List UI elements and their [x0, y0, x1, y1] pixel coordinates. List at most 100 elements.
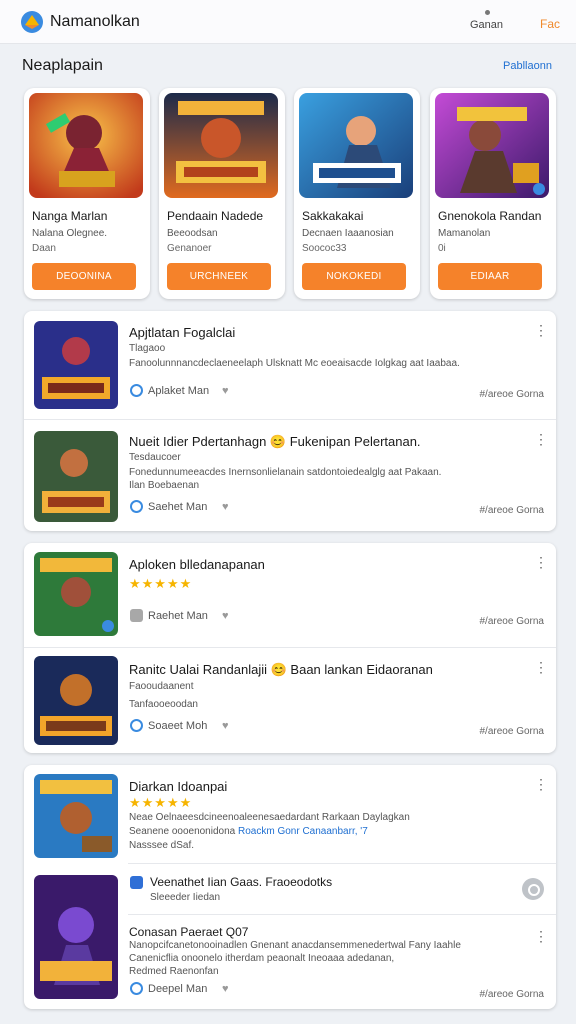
card-subtitle: Mamanolan — [438, 228, 491, 239]
app-category: Tesdaucoer — [129, 452, 181, 463]
card-action-button[interactable]: NOKOKEDI — [302, 263, 406, 290]
list-item[interactable]: Nueit Idier Pdertanhagn 😊 Fukenipan Pele… — [24, 420, 556, 531]
more-options-icon[interactable]: ⋮ — [534, 777, 548, 791]
game-art-icon — [34, 552, 118, 636]
card-action-button[interactable]: URCHNEEK — [167, 263, 271, 290]
card-action-button[interactable]: EDIAAR — [438, 263, 542, 290]
featured-card[interactable]: Pendaain Nadede Beeoodsan Genanoer URCHN… — [159, 88, 285, 299]
verified-icon — [130, 500, 143, 513]
app-logo-icon — [21, 11, 43, 33]
more-options-icon[interactable]: ⋮ — [534, 432, 548, 446]
game-art-icon — [299, 93, 413, 198]
app-title[interactable]: Conasan Paeraet Q07 — [129, 925, 248, 939]
top-action-link[interactable]: Fac — [540, 17, 560, 31]
app-list-group: Apjtlatan Fogalclai Tlagaoo Fanoolunnnan… — [24, 311, 556, 531]
featured-card[interactable]: Sakkakakai Decnaen Iaaanosian Soococ33 N… — [294, 88, 420, 299]
app-description: Nanopcifcanetonooinadlen Gnenant anacdan… — [129, 940, 461, 951]
more-options-icon[interactable]: ⋮ — [534, 660, 548, 674]
like-icon[interactable]: ♥ — [222, 720, 229, 732]
app-title[interactable]: Apjtlatan Fogalclai — [129, 325, 235, 340]
card-subtitle: Nalana Olegnee. — [32, 228, 108, 239]
card-meta: Soococ33 — [302, 243, 347, 254]
list-item[interactable]: Aploken blledanapanan ★★★★★ Raehet Man ♥… — [24, 543, 556, 647]
game-thumbnail[interactable] — [34, 875, 118, 999]
card-title: Pendaain Nadede — [167, 209, 264, 223]
more-options-icon[interactable]: ⋮ — [534, 323, 548, 337]
card-meta: Genanoer — [167, 243, 212, 254]
app-meta: Redmed Raenonfan — [129, 966, 219, 977]
app-category: Sleeeder Iiedan — [150, 892, 221, 903]
developer-name[interactable]: Deepel Man — [148, 983, 207, 995]
list-item[interactable]: Diarkan Idoanpai ★★★★★ Neae Oelnaeesdcin… — [24, 765, 556, 863]
app-category: Tlagaoo — [129, 343, 166, 354]
game-art-icon — [34, 875, 118, 999]
featured-card[interactable]: Gnenokola Randan Mamanolan 0i EDIAAR — [430, 88, 556, 299]
card-title: Nanga Marlan — [32, 209, 108, 223]
game-thumbnail[interactable] — [34, 431, 118, 522]
card-title: Gnenokola Randan — [438, 209, 542, 223]
like-icon[interactable]: ♥ — [222, 385, 229, 397]
star-rating: ★★★★★ — [129, 795, 193, 810]
app-category: Faooudaanent — [129, 681, 194, 692]
developer-name[interactable]: Saehet Man — [148, 501, 207, 513]
app-title[interactable]: Nueit Idier Pdertanhagn 😊 Fukenipan Pele… — [129, 434, 421, 450]
game-art-icon — [34, 774, 118, 858]
open-circle-icon[interactable] — [522, 878, 544, 900]
verified-icon — [130, 384, 143, 397]
list-item[interactable]: Conasan Paeraet Q07 Nanopcifcanetonooina… — [24, 875, 556, 1009]
game-art-icon — [29, 93, 143, 198]
app-title[interactable]: Aploken blledanapanan — [129, 557, 265, 572]
app-title: Namanolkan — [50, 13, 140, 30]
app-title[interactable]: Diarkan Idoanpai — [129, 779, 227, 794]
game-thumbnail[interactable] — [435, 93, 549, 198]
developer-name[interactable]: Soaeet Moh — [148, 720, 207, 732]
developer-name[interactable]: Raehet Man — [148, 610, 208, 622]
app-title[interactable]: Veenathet Iian Gaas. Fraoeodotks — [150, 875, 332, 889]
top-bar: Namanolkan Ganan Fac — [0, 0, 576, 44]
rating-text: #/areoe Gorna — [479, 989, 545, 1000]
game-thumbnail[interactable] — [164, 93, 278, 198]
app-description: Seanene oooenonidona Roackm Gonr Canaanb… — [129, 826, 368, 837]
app-description: Fanoolunnnancdeclaeneelaph Ulsknatt Mc e… — [129, 358, 460, 369]
game-thumbnail[interactable] — [29, 93, 143, 198]
verified-icon — [130, 719, 143, 732]
app-description: Ilan Boebaenan — [129, 480, 200, 491]
app-description: Neae Oelnaeesdcineenoaleenesaedardant Ra… — [129, 812, 410, 823]
developer-name[interactable]: Aplaket Man — [148, 385, 209, 397]
rating-text: #/areoe Gorna — [479, 389, 545, 400]
card-title: Sakkakakai — [302, 209, 364, 223]
like-icon[interactable]: ♥ — [222, 983, 229, 995]
app-description: Fonedunnumeeacdes Inernsonlielanain satd… — [129, 467, 442, 478]
developer-icon — [130, 609, 143, 622]
verified-icon — [130, 982, 143, 995]
app-description: Canenicflia onoonelo itherdam peaonalt I… — [129, 953, 395, 964]
game-thumbnail[interactable] — [34, 552, 118, 636]
more-options-icon[interactable]: ⋮ — [534, 555, 548, 569]
featured-card[interactable]: Nanga Marlan Nalana Olegnee. Daan DEOONI… — [24, 88, 150, 299]
see-all-link[interactable]: Pabllaonn — [503, 60, 552, 72]
card-subtitle: Beeoodsan — [167, 228, 218, 239]
rating-text: #/areoe Gorna — [479, 505, 545, 516]
game-art-icon — [34, 321, 118, 409]
app-icon — [130, 876, 143, 889]
game-thumbnail[interactable] — [299, 93, 413, 198]
game-thumbnail[interactable] — [34, 656, 118, 745]
card-action-button[interactable]: DEOONINA — [32, 263, 136, 290]
game-art-icon — [34, 656, 118, 745]
like-icon[interactable]: ♥ — [222, 610, 229, 622]
rating-text: #/areoe Gorna — [479, 726, 545, 737]
game-thumbnail[interactable] — [34, 321, 118, 409]
app-title[interactable]: Ranitc Ualai Randanlajii 😊 Baan lankan E… — [129, 662, 433, 678]
app-list-group: Diarkan Idoanpai ★★★★★ Neae Oelnaeesdcin… — [24, 765, 556, 1009]
app-meta: Nasssee dSaf. — [129, 840, 195, 851]
game-thumbnail[interactable] — [34, 774, 118, 858]
app-list-group: Aploken blledanapanan ★★★★★ Raehet Man ♥… — [24, 543, 556, 753]
like-icon[interactable]: ♥ — [222, 501, 229, 513]
account-label[interactable]: Ganan — [470, 19, 503, 31]
more-options-icon[interactable]: ⋮ — [534, 929, 548, 943]
card-meta: 0i — [438, 243, 446, 254]
app-description: Tanfaooeoodan — [129, 699, 198, 710]
list-item[interactable]: Apjtlatan Fogalclai Tlagaoo Fanoolunnnan… — [24, 311, 556, 419]
rating-text: #/areoe Gorna — [479, 616, 545, 627]
list-item[interactable]: Ranitc Ualai Randanlajii 😊 Baan lankan E… — [24, 648, 556, 753]
